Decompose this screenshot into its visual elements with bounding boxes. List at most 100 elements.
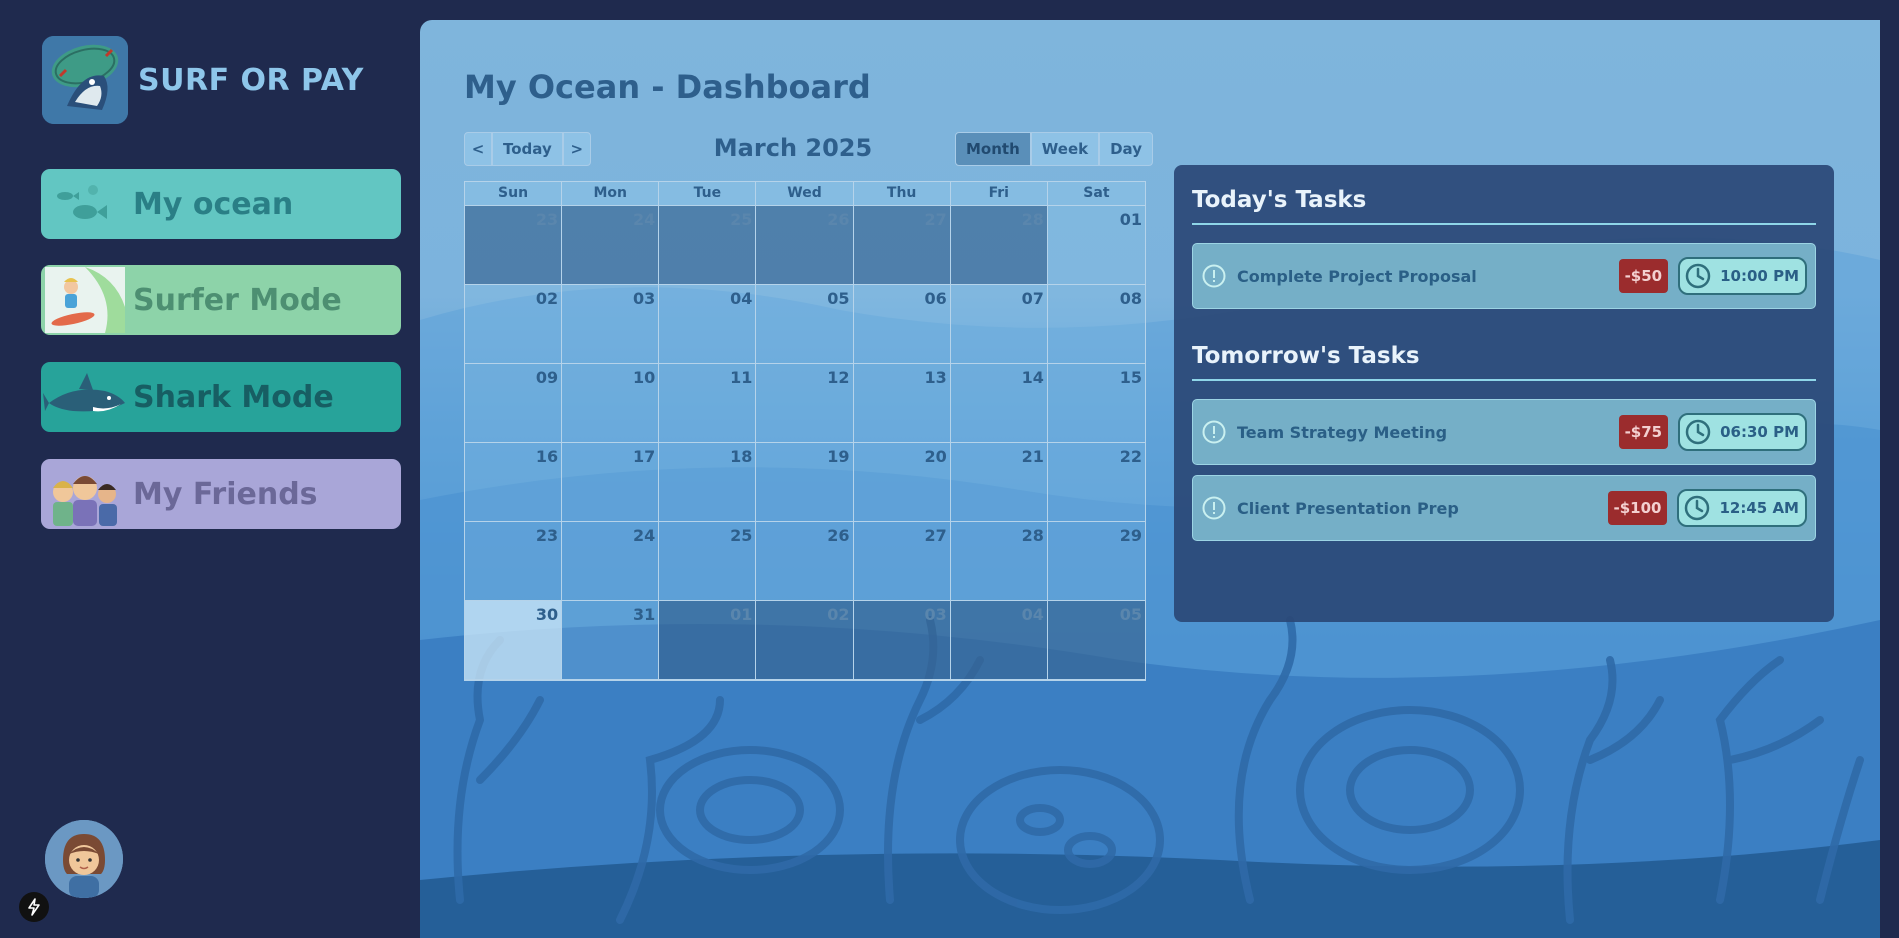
shark-surfer-logo-icon <box>42 36 128 124</box>
today-button[interactable]: Today <box>492 132 563 166</box>
calendar-nav: < Today > <box>464 132 591 166</box>
weekday-label: Sat <box>1047 182 1145 206</box>
time-badge: 12:45 AM <box>1677 489 1807 527</box>
calendar-day-today[interactable]: 30 <box>465 601 563 680</box>
nav-surfer-mode[interactable]: Surfer Mode <box>41 265 401 335</box>
penalty-badge: -$50 <box>1618 259 1669 293</box>
calendar-day[interactable]: 21 <box>950 443 1048 522</box>
main-panel: My Ocean - Dashboard < Today > March 202… <box>420 20 1880 938</box>
calendar-day[interactable]: 25 <box>659 522 757 601</box>
calendar-day[interactable]: 02 <box>756 601 854 680</box>
fish-icon <box>41 169 129 239</box>
calendar-day[interactable]: 18 <box>659 443 757 522</box>
nav-my-ocean[interactable]: My ocean <box>41 169 401 239</box>
calendar-day[interactable]: 01 <box>1047 206 1145 285</box>
tomorrow-tasks-title: Tomorrow's Tasks <box>1192 343 1816 381</box>
page-title: My Ocean - Dashboard <box>464 68 871 106</box>
calendar-day[interactable]: 04 <box>950 601 1048 680</box>
time-badge: 06:30 PM <box>1678 413 1807 451</box>
brand[interactable]: SURF OR PAY <box>42 36 364 124</box>
nav-label: Shark Mode <box>133 379 334 415</box>
day-view-button[interactable]: Day <box>1099 132 1153 166</box>
time-badge: 10:00 PM <box>1678 257 1807 295</box>
calendar-day[interactable]: 28 <box>950 522 1048 601</box>
nav-my-friends[interactable]: My Friends <box>41 459 401 529</box>
calendar-day[interactable]: 23 <box>465 206 563 285</box>
user-avatar[interactable] <box>45 820 123 898</box>
calendar-day[interactable]: 14 <box>950 364 1048 443</box>
calendar-day[interactable]: 08 <box>1047 285 1145 364</box>
task-time: 06:30 PM <box>1720 423 1799 441</box>
calendar-day[interactable]: 24 <box>562 522 660 601</box>
surfer-icon <box>41 265 129 335</box>
today-tasks-title: Today's Tasks <box>1192 187 1816 225</box>
weekday-label: Sun <box>465 182 563 206</box>
calendar-day[interactable]: 09 <box>465 364 563 443</box>
calendar-day[interactable]: 02 <box>465 285 563 364</box>
calendar-day[interactable]: 10 <box>562 364 660 443</box>
calendar-day[interactable]: 03 <box>562 285 660 364</box>
sidebar: SURF OR PAY My ocean Surfer Mode Shark M… <box>0 0 420 938</box>
tomorrow-task-list: Team Strategy Meeting -$75 06:30 PM Clie… <box>1192 399 1816 541</box>
calendar-day[interactable]: 06 <box>853 285 951 364</box>
calendar-day[interactable]: 05 <box>756 285 854 364</box>
clock-icon <box>1685 495 1710 521</box>
alert-circle-icon <box>1202 264 1226 288</box>
calendar-grid: Sun Mon Tue Wed Thu Fri Sat 23 24 25 26 27 28… <box>464 181 1146 681</box>
weekday-label: Fri <box>950 182 1048 206</box>
calendar-day[interactable]: 03 <box>853 601 951 680</box>
task-item[interactable]: Complete Project Proposal -$50 10:00 PM <box>1192 243 1816 309</box>
task-item[interactable]: Client Presentation Prep -$100 12:45 AM <box>1192 475 1816 541</box>
clock-icon <box>1685 263 1711 289</box>
nav-label: My Friends <box>133 476 318 512</box>
task-time: 12:45 AM <box>1719 499 1799 517</box>
calendar-day[interactable]: 16 <box>465 443 563 522</box>
prev-month-button[interactable]: < <box>464 132 492 166</box>
task-name: Client Presentation Prep <box>1237 498 1459 518</box>
calendar-day[interactable]: 23 <box>465 522 563 601</box>
calendar-day[interactable]: 05 <box>1047 601 1145 680</box>
nav-label: My ocean <box>133 186 294 222</box>
calendar-day[interactable]: 26 <box>756 206 854 285</box>
calendar-day[interactable]: 31 <box>562 601 660 680</box>
weekday-header: Sun Mon Tue Wed Thu Fri Sat <box>465 182 1145 206</box>
task-name: Team Strategy Meeting <box>1237 422 1448 442</box>
friends-icon <box>41 459 129 529</box>
calendar-day[interactable]: 12 <box>756 364 854 443</box>
calendar-day[interactable]: 17 <box>562 443 660 522</box>
calendar-day[interactable]: 22 <box>1047 443 1145 522</box>
calendar-day[interactable]: 19 <box>756 443 854 522</box>
weekday-label: Tue <box>659 182 757 206</box>
calendar-day[interactable]: 28 <box>950 206 1048 285</box>
weekday-label: Mon <box>562 182 660 206</box>
calendar-day[interactable]: 20 <box>853 443 951 522</box>
calendar-day[interactable]: 27 <box>853 522 951 601</box>
tasks-panel: Today's Tasks Complete Project Proposal … <box>1174 165 1834 622</box>
next-month-button[interactable]: > <box>562 132 591 166</box>
calendar-day[interactable]: 15 <box>1047 364 1145 443</box>
calendar-day[interactable]: 27 <box>853 206 951 285</box>
calendar-day[interactable]: 13 <box>853 364 951 443</box>
view-toggle: Month Week Day <box>955 132 1153 166</box>
week-view-button[interactable]: Week <box>1030 132 1100 166</box>
nav-label: Surfer Mode <box>133 282 342 318</box>
nav-shark-mode[interactable]: Shark Mode <box>41 362 401 432</box>
calendar-day[interactable]: 25 <box>659 206 757 285</box>
calendar-day[interactable]: 29 <box>1047 522 1145 601</box>
alert-circle-icon <box>1202 420 1226 444</box>
calendar-day[interactable]: 26 <box>756 522 854 601</box>
calendar-day[interactable]: 07 <box>950 285 1048 364</box>
weekday-label: Thu <box>853 182 951 206</box>
month-view-button[interactable]: Month <box>955 132 1031 166</box>
task-name: Complete Project Proposal <box>1237 266 1477 286</box>
penalty-badge: -$100 <box>1607 491 1668 525</box>
clock-icon <box>1685 419 1711 445</box>
today-task-list: Complete Project Proposal -$50 10:00 PM <box>1192 243 1816 309</box>
calendar-day[interactable]: 24 <box>562 206 660 285</box>
calendar-day[interactable]: 04 <box>659 285 757 364</box>
alert-circle-icon <box>1202 496 1226 520</box>
calendar-day[interactable]: 11 <box>659 364 757 443</box>
calendar-day[interactable]: 01 <box>659 601 757 680</box>
task-item[interactable]: Team Strategy Meeting -$75 06:30 PM <box>1192 399 1816 465</box>
lightning-icon[interactable] <box>19 892 49 922</box>
